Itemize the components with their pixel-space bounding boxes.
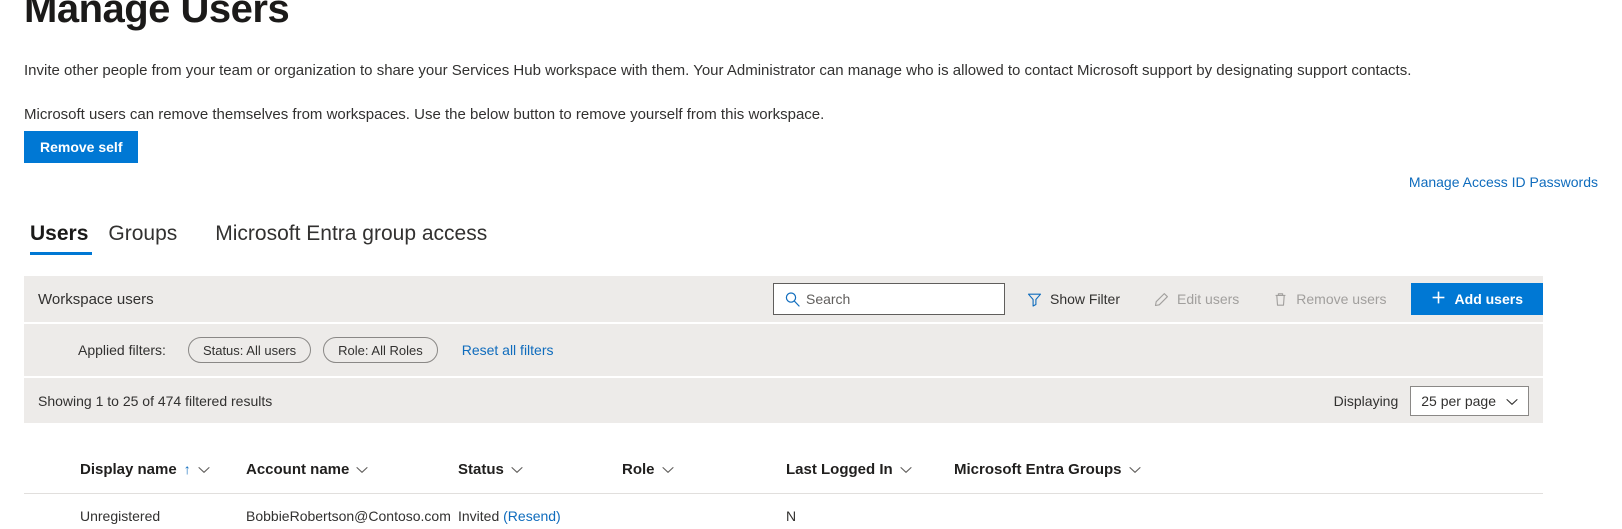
edit-users-label: Edit users <box>1177 291 1240 307</box>
toolbar-actions: Show Filter Edit users <box>772 276 1543 322</box>
column-header-display-name[interactable]: Display name ↑ <box>80 461 246 478</box>
search-box[interactable] <box>772 283 1005 315</box>
remove-users-button[interactable]: Remove users <box>1261 283 1398 315</box>
chevron-down-icon <box>511 461 523 478</box>
intro-paragraph-1: Invite other people from your team or or… <box>24 62 1412 79</box>
show-filter-button[interactable]: Show Filter <box>1015 283 1132 315</box>
cell-status: Invited (Resend) <box>458 508 622 524</box>
cell-account-name: BobbieRobertson@Contoso.com <box>246 508 451 524</box>
tab-users[interactable]: Users <box>24 222 98 255</box>
manage-users-page: Manage Users Invite other people from yo… <box>0 0 1622 529</box>
page-title: Manage Users <box>24 0 290 31</box>
status-text: Invited <box>458 508 500 524</box>
panel-title: Workspace users <box>38 290 154 308</box>
applied-filters-label: Applied filters: <box>78 342 166 358</box>
users-table: Display name ↑ Account name Status Role <box>24 445 1543 529</box>
filter-icon <box>1027 292 1042 307</box>
intro-paragraph-2: Microsoft users can remove themselves fr… <box>24 106 825 123</box>
search-input[interactable] <box>773 284 1004 314</box>
pagination-controls: Displaying 25 per page <box>1333 385 1529 416</box>
column-header-last-logged-in[interactable]: Last Logged In <box>786 461 954 478</box>
cell-display-name: Unregistered <box>80 508 161 524</box>
column-label-account-name: Account name <box>246 460 350 478</box>
table-header-row: Display name ↑ Account name Status Role <box>24 445 1543 494</box>
column-label-microsoft-entra-groups: Microsoft Entra Groups <box>954 460 1122 478</box>
column-label-display-name: Display name <box>80 460 177 478</box>
applied-filters-row: Applied filters: Status: All users Role:… <box>24 324 1543 376</box>
column-header-microsoft-entra-groups[interactable]: Microsoft Entra Groups <box>954 461 1254 478</box>
chevron-down-icon <box>1506 393 1518 409</box>
filter-chip-status[interactable]: Status: All users <box>187 337 312 363</box>
tab-bar: Users Groups Microsoft Entra group acces… <box>24 222 497 255</box>
column-header-role[interactable]: Role <box>622 461 786 478</box>
cell-last-logged-in: N <box>786 508 797 524</box>
pencil-icon <box>1154 292 1169 307</box>
add-users-button[interactable]: Add users <box>1410 283 1543 315</box>
chevron-down-icon <box>356 461 368 478</box>
chevron-down-icon <box>1128 461 1141 478</box>
displaying-label: Displaying <box>1333 392 1399 409</box>
reset-all-filters-link[interactable]: Reset all filters <box>462 342 554 358</box>
sort-ascending-icon: ↑ <box>183 461 191 477</box>
showing-results-text: Showing 1 to 25 of 474 filtered results <box>38 392 273 409</box>
column-label-role: Role <box>622 460 655 478</box>
chevron-down-icon <box>198 461 210 478</box>
filter-chip-role[interactable]: Role: All Roles <box>323 337 438 363</box>
resend-invite-link[interactable]: (Resend) <box>503 508 561 524</box>
tab-microsoft-entra-group-access[interactable]: Microsoft Entra group access <box>205 222 497 255</box>
column-header-account-name[interactable]: Account name <box>246 461 458 478</box>
chevron-down-icon <box>900 461 912 478</box>
results-summary-row: Showing 1 to 25 of 474 filtered results … <box>24 378 1543 423</box>
per-page-select[interactable]: 25 per page <box>1410 385 1529 416</box>
add-users-label: Add users <box>1454 291 1523 307</box>
edit-users-button[interactable]: Edit users <box>1142 283 1251 315</box>
tab-groups[interactable]: Groups <box>98 222 187 255</box>
workspace-users-panel: Workspace users Search Show Filter Edit … <box>24 276 1543 423</box>
plus-icon <box>1431 290 1446 308</box>
column-label-status: Status <box>458 460 504 478</box>
column-label-last-logged-in: Last Logged In <box>786 460 893 478</box>
chevron-down-icon <box>661 461 674 478</box>
column-header-status[interactable]: Status <box>458 461 622 478</box>
remove-self-button[interactable]: Remove self <box>24 131 139 163</box>
manage-access-id-passwords-link[interactable]: Manage Access ID Passwords <box>1409 174 1598 190</box>
trash-icon <box>1273 292 1288 307</box>
toolbar-row: Workspace users Search Show Filter Edit … <box>24 276 1543 322</box>
per-page-value: 25 per page <box>1421 392 1496 409</box>
table-row[interactable]: Unregistered BobbieRobertson@Contoso.com… <box>24 494 1543 529</box>
remove-users-label: Remove users <box>1296 291 1387 307</box>
show-filter-label: Show Filter <box>1049 291 1121 307</box>
